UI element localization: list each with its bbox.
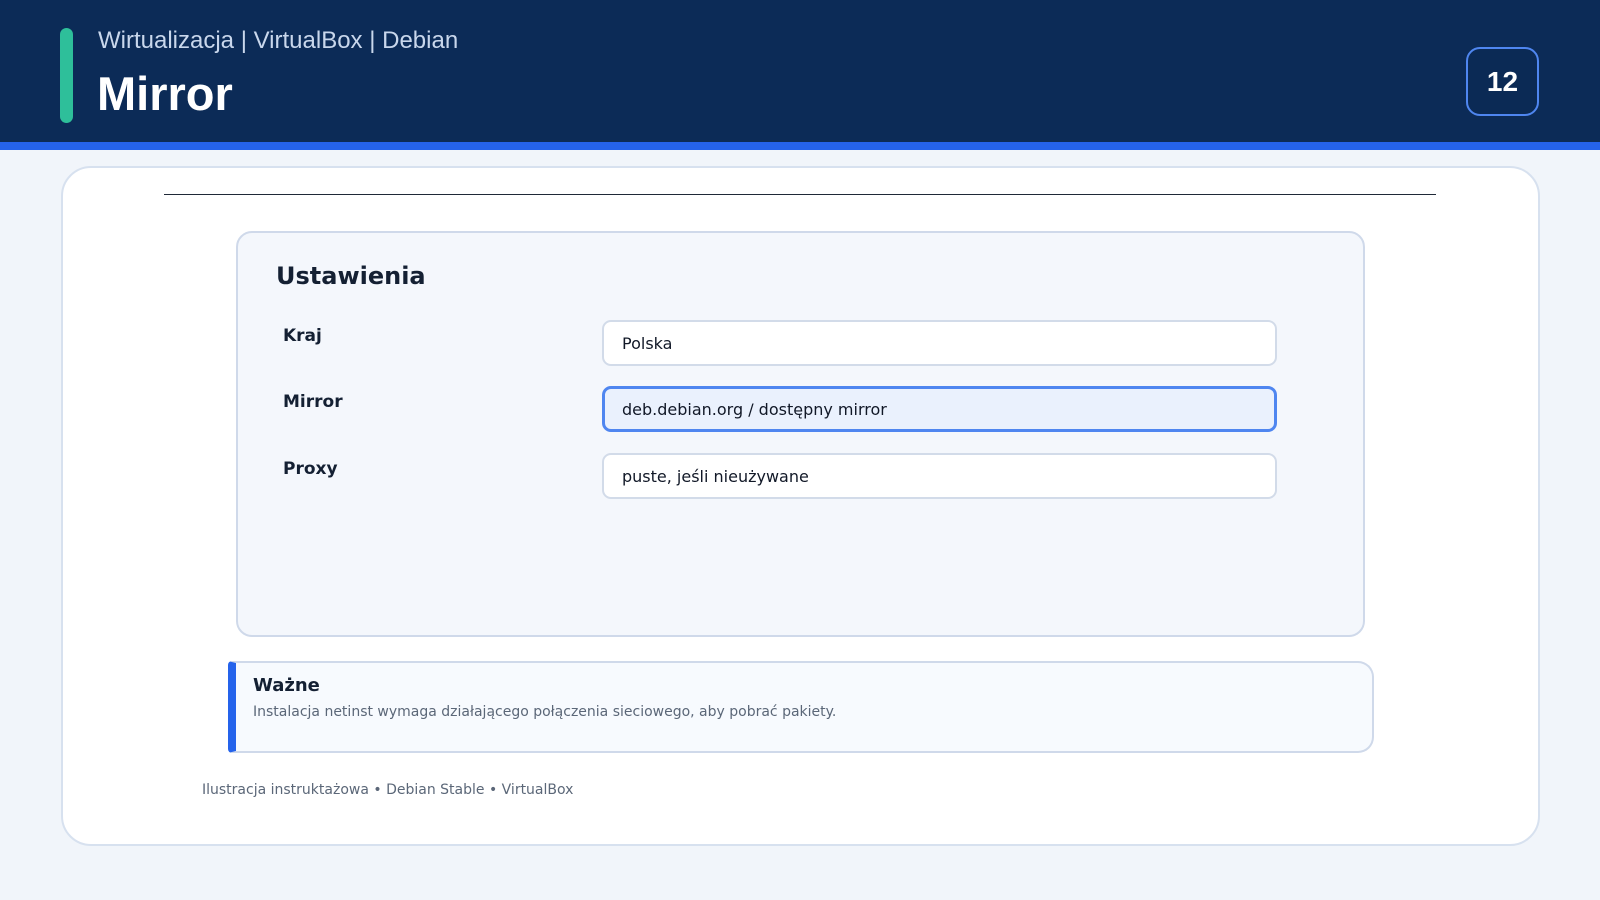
settings-panel-title: Ustawienia <box>276 262 426 290</box>
header-accent-bar <box>60 28 73 123</box>
breadcrumb: Wirtualizacja | VirtualBox | Debian <box>98 27 459 54</box>
footer-caption: Ilustracja instruktażowa • Debian Stable… <box>202 782 574 798</box>
note-title: Ważne <box>253 675 320 696</box>
slide-header: Wirtualizacja | VirtualBox | Debian Mirr… <box>0 0 1600 150</box>
proxy-label: Proxy <box>283 459 338 479</box>
divider <box>164 194 1436 195</box>
country-field[interactable]: Polska <box>602 320 1277 366</box>
mirror-label: Mirror <box>283 392 343 412</box>
settings-panel <box>236 231 1365 637</box>
page-title: Mirror <box>97 67 233 120</box>
note-text: Instalacja netinst wymaga działającego p… <box>253 704 837 720</box>
mirror-field[interactable]: deb.debian.org / dostępny mirror <box>602 386 1277 432</box>
country-label: Kraj <box>283 326 322 346</box>
proxy-field[interactable]: puste, jeśli nieużywane <box>602 453 1277 499</box>
page-number-badge: 12 <box>1466 47 1539 116</box>
